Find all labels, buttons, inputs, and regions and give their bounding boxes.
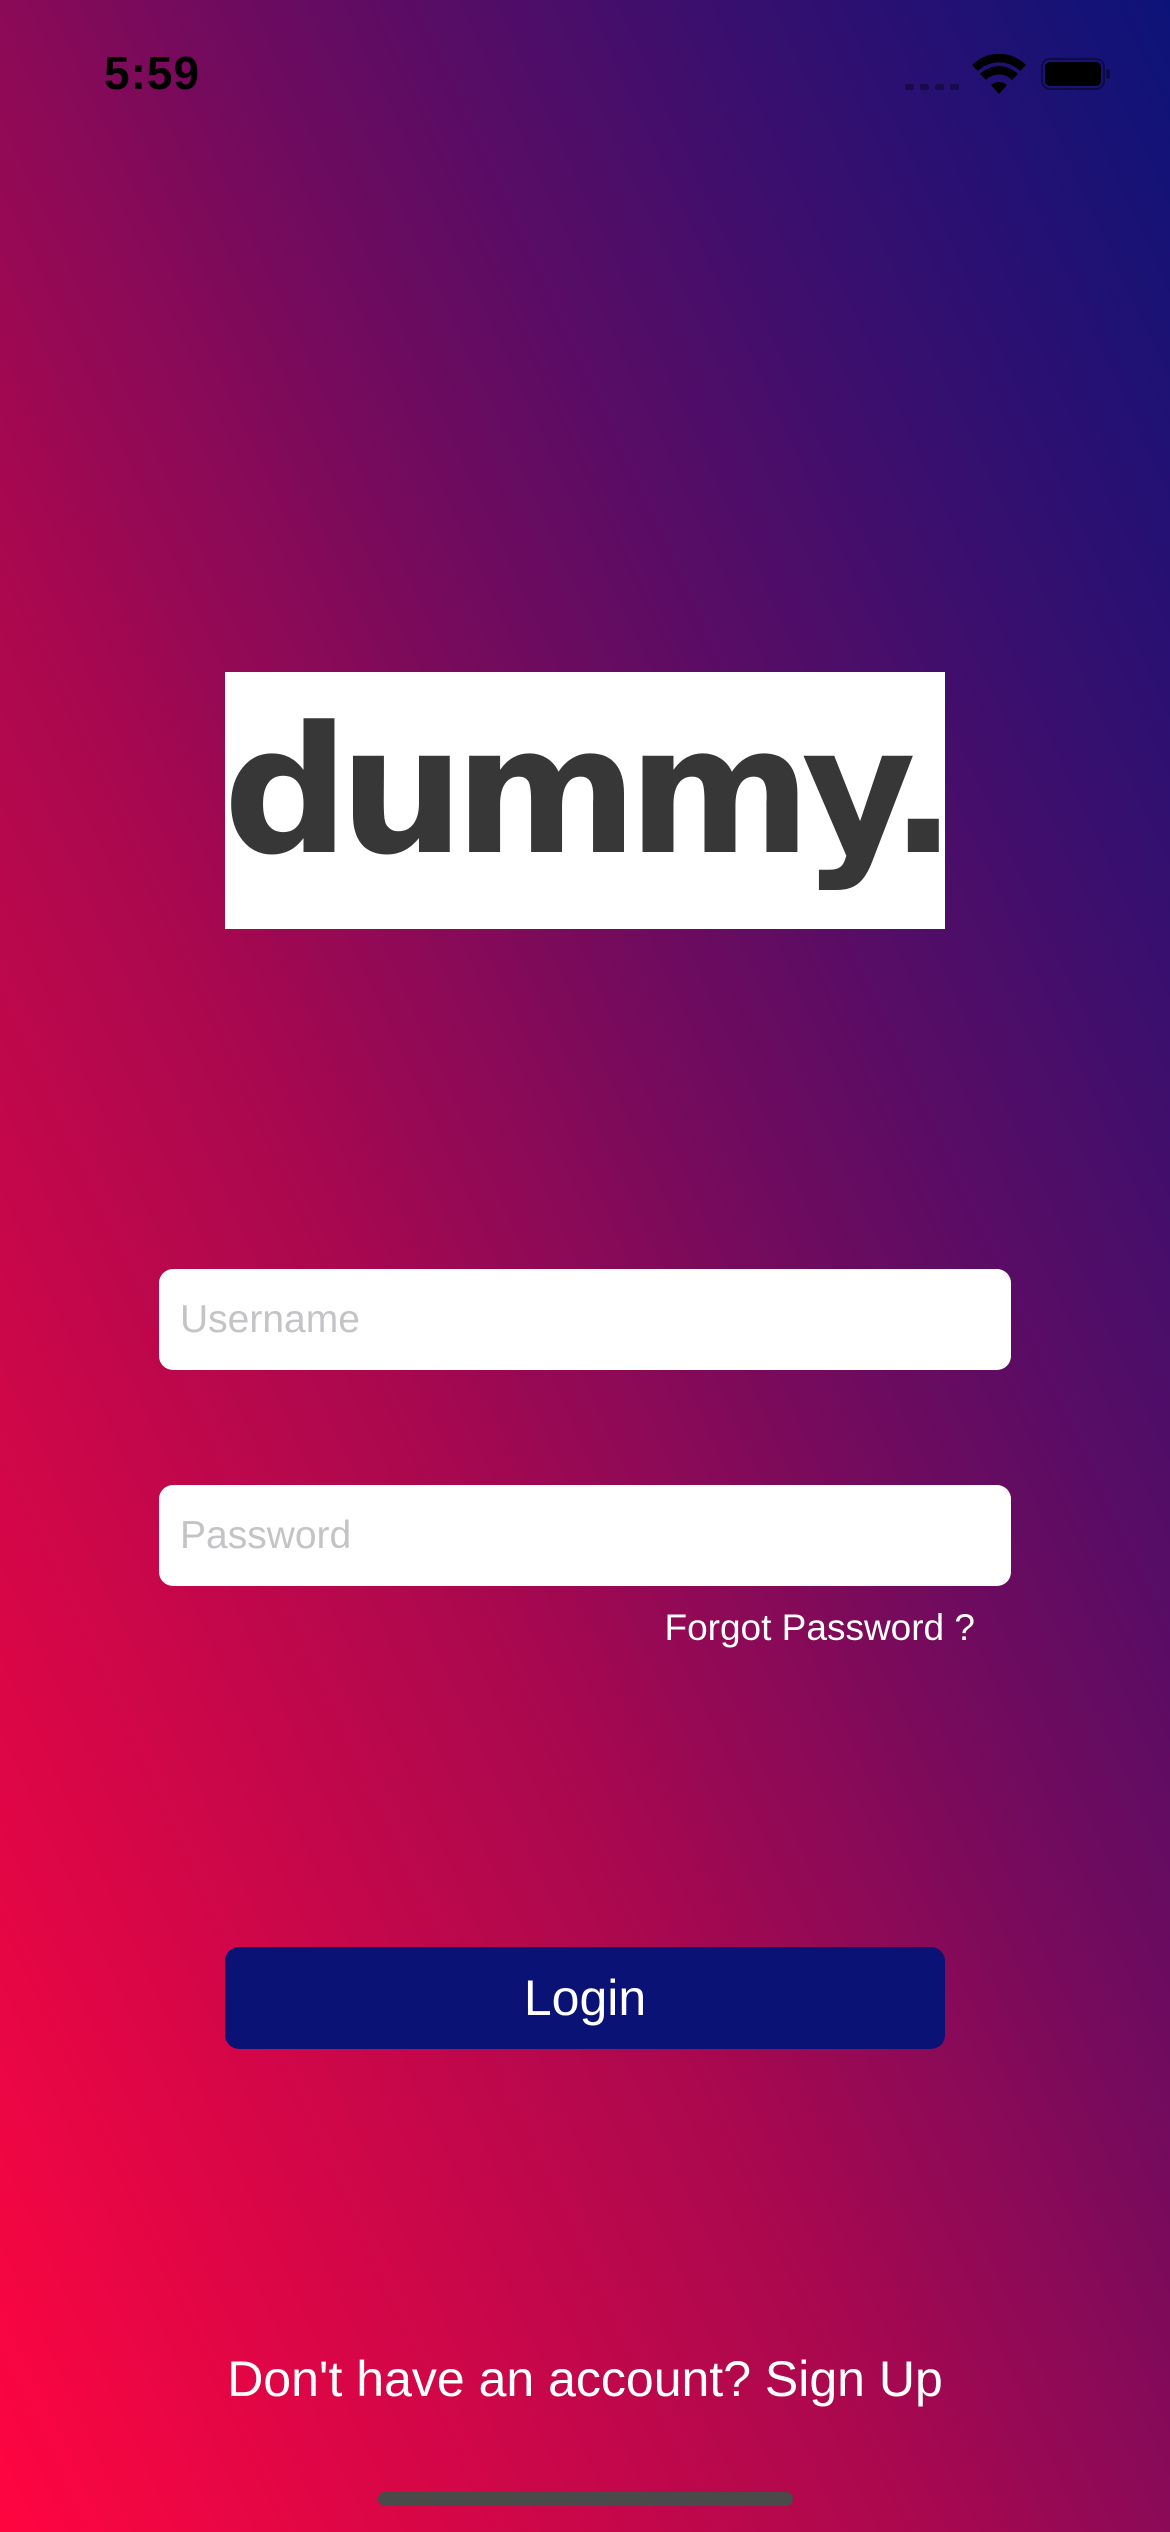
status-bar: 5:59 xyxy=(0,0,1170,150)
signup-link[interactable]: Don't have an account? Sign Up xyxy=(0,2350,1170,2408)
password-input[interactable] xyxy=(159,1485,1011,1586)
signal-icon xyxy=(905,84,959,90)
forgot-password-link[interactable]: Forgot Password ? xyxy=(664,1607,975,1649)
logo-text: dummy. xyxy=(223,688,956,894)
username-input[interactable] xyxy=(159,1269,1011,1370)
login-button[interactable]: Login xyxy=(225,1947,945,2049)
battery-icon xyxy=(1041,58,1110,90)
wifi-icon xyxy=(972,54,1026,94)
logo: dummy. xyxy=(223,672,957,929)
status-time: 5:59 xyxy=(104,47,201,99)
home-indicator xyxy=(378,2492,793,2506)
